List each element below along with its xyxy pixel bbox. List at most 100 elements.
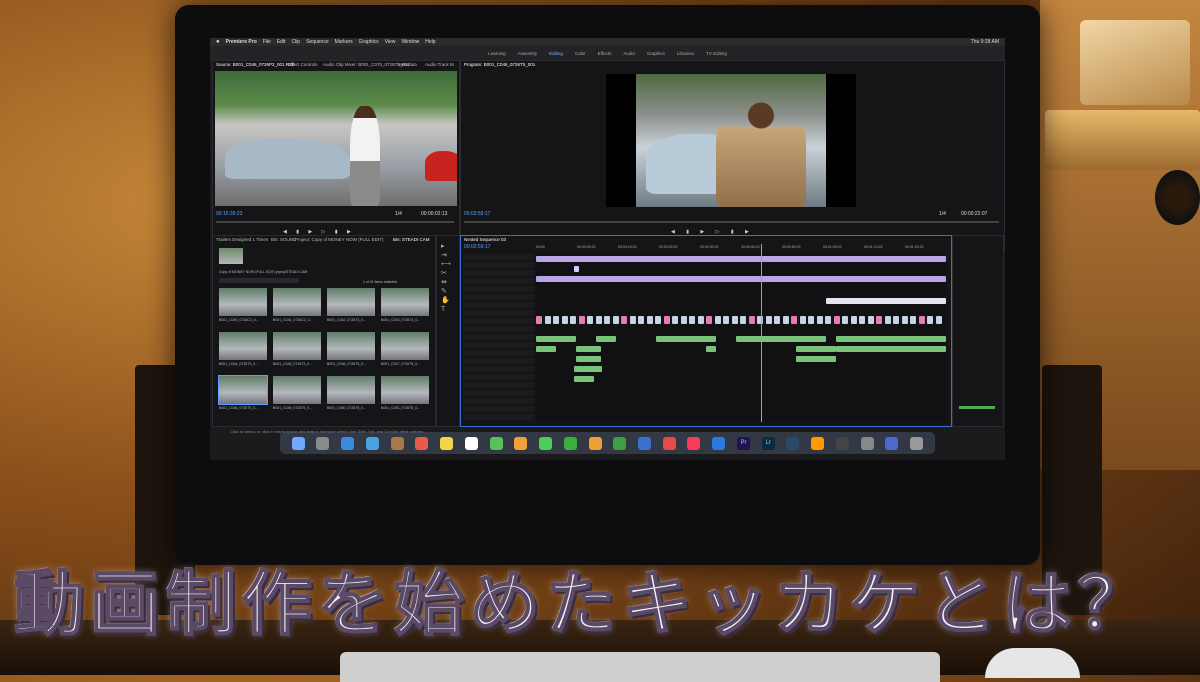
timeline-clip[interactable] bbox=[842, 316, 848, 324]
mail-icon[interactable] bbox=[365, 436, 379, 450]
program-zoom[interactable]: 1/4 bbox=[939, 211, 946, 217]
timeline-clip[interactable] bbox=[612, 316, 619, 324]
timeline-clip[interactable] bbox=[672, 316, 678, 324]
timeline-clip[interactable] bbox=[655, 316, 661, 324]
menu-graphics[interactable]: Graphics bbox=[359, 39, 379, 45]
messages-icon[interactable] bbox=[539, 436, 553, 450]
timeline-clip[interactable] bbox=[935, 316, 942, 324]
numbers-icon[interactable] bbox=[613, 436, 627, 450]
timeline-clip[interactable] bbox=[748, 316, 755, 324]
timeline-clip[interactable] bbox=[836, 346, 946, 352]
timeline-clip[interactable] bbox=[629, 316, 636, 324]
quicktime-icon[interactable] bbox=[835, 436, 849, 450]
timeline-clip[interactable] bbox=[731, 316, 738, 324]
timeline-clip[interactable] bbox=[536, 336, 576, 342]
downloads-icon[interactable] bbox=[885, 436, 899, 450]
timeline-clip[interactable] bbox=[927, 316, 933, 324]
timeline-clip[interactable] bbox=[544, 316, 551, 324]
finder-icon[interactable] bbox=[291, 436, 305, 450]
timeline-clip[interactable] bbox=[697, 316, 704, 324]
photos-icon[interactable] bbox=[514, 436, 528, 450]
screenshot-icon[interactable] bbox=[860, 436, 874, 450]
timeline-clip[interactable] bbox=[646, 316, 653, 324]
timeline-clip[interactable] bbox=[782, 316, 789, 324]
timeline-clip[interactable] bbox=[595, 316, 602, 324]
timeline-clip[interactable] bbox=[876, 336, 946, 342]
ws-tab-graphics[interactable]: Graphics bbox=[647, 51, 665, 56]
timeline-clip[interactable] bbox=[859, 316, 865, 324]
timeline-timecode[interactable]: 00:02:59:17 bbox=[464, 244, 490, 250]
timeline-clip[interactable] bbox=[536, 256, 946, 262]
program-tab[interactable]: Program: B001_C046_0726T5_001 bbox=[464, 62, 535, 67]
trash-icon[interactable] bbox=[910, 436, 924, 450]
ws-tab-learning[interactable]: Learning bbox=[488, 51, 506, 56]
music-icon[interactable] bbox=[687, 436, 701, 450]
safari-icon[interactable] bbox=[341, 436, 355, 450]
ws-tab-audio[interactable]: Audio bbox=[623, 51, 635, 56]
ws-tab-assembly[interactable]: Assembly bbox=[518, 51, 538, 56]
ws-tab-effects[interactable]: Effects bbox=[598, 51, 612, 56]
maps-icon[interactable] bbox=[489, 436, 503, 450]
timeline-clip[interactable] bbox=[638, 316, 644, 324]
timeline-clip[interactable] bbox=[680, 316, 687, 324]
project-thumbnail[interactable] bbox=[381, 332, 429, 360]
timeline-clip[interactable] bbox=[825, 316, 831, 324]
metadata-tab[interactable]: Metadata bbox=[398, 62, 417, 67]
source-scrubber[interactable] bbox=[216, 221, 454, 223]
program-scrubber[interactable] bbox=[464, 221, 999, 223]
sequence-tab[interactable]: Nested Sequence 03 bbox=[464, 237, 506, 242]
source-tab[interactable]: Source: B001_C046_0726P2_001.R3D bbox=[216, 62, 295, 67]
illustrator-icon[interactable] bbox=[811, 436, 825, 450]
ws-tab-tv-editing[interactable]: TV Editing bbox=[706, 51, 727, 56]
timeline-clip[interactable] bbox=[553, 316, 559, 324]
timeline-clip[interactable] bbox=[663, 316, 670, 324]
project-tab-sound[interactable]: Bin: SOUND bbox=[271, 237, 296, 242]
timeline-clip[interactable] bbox=[774, 316, 780, 324]
timeline-clip[interactable] bbox=[656, 336, 716, 342]
timeline-tracks[interactable] bbox=[536, 254, 946, 422]
timeline-clip[interactable] bbox=[570, 316, 576, 324]
timeline-clip[interactable] bbox=[574, 266, 579, 272]
ws-tab-color[interactable]: Color bbox=[575, 51, 586, 56]
source-timecode-in[interactable]: 00:16:39:23 bbox=[216, 211, 242, 217]
timeline-clip[interactable] bbox=[884, 316, 891, 324]
facetime-icon[interactable] bbox=[563, 436, 577, 450]
timeline-clip[interactable] bbox=[867, 316, 874, 324]
timeline-clip[interactable] bbox=[576, 346, 601, 352]
timeline-clip[interactable] bbox=[578, 316, 585, 324]
timeline-clip[interactable] bbox=[714, 316, 721, 324]
timeline-clip[interactable] bbox=[587, 316, 593, 324]
timeline-clip[interactable] bbox=[706, 316, 712, 324]
timeline-clip[interactable] bbox=[604, 316, 610, 324]
appstore-icon[interactable] bbox=[712, 436, 726, 450]
timeline-clip[interactable] bbox=[536, 276, 946, 282]
project-thumbnail[interactable] bbox=[381, 288, 429, 316]
timeline-clip[interactable] bbox=[901, 316, 908, 324]
media-encoder-icon[interactable] bbox=[786, 436, 800, 450]
program-timecode-in[interactable]: 00:02:59:17 bbox=[464, 211, 490, 217]
timeline-clip[interactable] bbox=[876, 316, 882, 324]
launchpad-icon[interactable] bbox=[316, 436, 330, 450]
project-tab-trailers[interactable]: Trailers Designed 1 Times bbox=[216, 237, 268, 242]
menu-window[interactable]: Window bbox=[401, 39, 419, 45]
timeline-clip[interactable] bbox=[596, 336, 616, 342]
keynote-icon[interactable] bbox=[638, 436, 652, 450]
timeline-clip[interactable] bbox=[706, 346, 716, 352]
menubar-clock[interactable]: Thu 9:28 AM bbox=[971, 39, 999, 45]
timeline-clip[interactable] bbox=[757, 316, 763, 324]
timeline-clip[interactable] bbox=[826, 298, 946, 304]
ws-tab-editing[interactable]: Editing bbox=[549, 51, 563, 56]
news-icon[interactable] bbox=[662, 436, 676, 450]
project-thumbnail[interactable] bbox=[327, 332, 375, 360]
menu-file[interactable]: File bbox=[263, 39, 271, 45]
project-thumbnail[interactable] bbox=[381, 376, 429, 404]
project-thumbnail[interactable] bbox=[327, 288, 375, 316]
timeline-clip[interactable] bbox=[740, 316, 746, 324]
audio-track-tab[interactable]: Audio Track M bbox=[425, 62, 454, 67]
timeline-clip[interactable] bbox=[689, 316, 695, 324]
menu-sequence[interactable]: Sequence bbox=[306, 39, 329, 45]
contacts-icon[interactable] bbox=[390, 436, 404, 450]
timeline-clip[interactable] bbox=[816, 316, 823, 324]
timeline-clip[interactable] bbox=[765, 316, 772, 324]
project-thumbnail[interactable] bbox=[218, 375, 268, 405]
